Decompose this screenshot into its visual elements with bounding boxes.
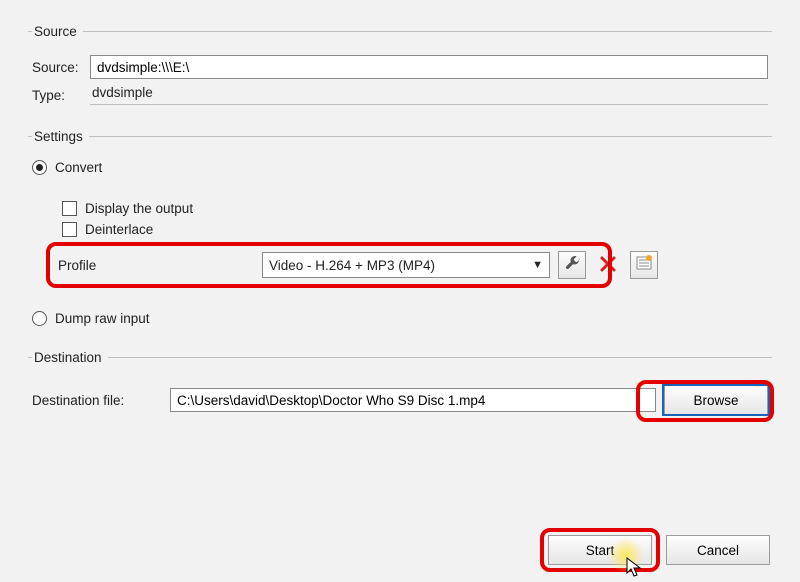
convert-dialog: Source Source: Type: dvdsimple Settings …	[0, 0, 800, 425]
destination-legend: Destination	[32, 350, 108, 365]
delete-profile-button[interactable]	[594, 251, 622, 279]
delete-x-icon	[599, 255, 617, 276]
type-row: Type: dvdsimple	[32, 85, 768, 105]
wrench-icon	[564, 255, 580, 275]
start-button[interactable]: Start	[548, 535, 652, 565]
new-profile-button[interactable]	[630, 251, 658, 279]
radio-icon	[32, 160, 47, 175]
source-group: Source Source: Type: dvdsimple	[28, 24, 772, 115]
profile-dropdown[interactable]: Video - H.264 + MP3 (MP4) ▼	[262, 252, 550, 278]
destination-file-label: Destination file:	[32, 393, 162, 408]
deinterlace-checkbox[interactable]: Deinterlace	[62, 222, 768, 237]
checkbox-icon	[62, 201, 77, 216]
destination-file-input[interactable]	[170, 388, 656, 412]
deinterlace-label: Deinterlace	[85, 222, 153, 237]
chevron-down-icon: ▼	[532, 259, 543, 271]
checkbox-icon	[62, 222, 77, 237]
edit-profile-button[interactable]	[558, 251, 586, 279]
destination-group: Destination Destination file: Browse	[28, 350, 772, 425]
type-label: Type:	[32, 88, 90, 103]
display-output-label: Display the output	[85, 201, 193, 216]
source-input[interactable]	[90, 55, 768, 79]
radio-icon	[32, 311, 47, 326]
profile-label: Profile	[54, 258, 254, 273]
source-legend: Source	[32, 24, 83, 39]
profile-selected-value: Video - H.264 + MP3 (MP4)	[269, 258, 435, 273]
settings-group: Settings Convert Display the output Dein…	[28, 129, 772, 336]
start-button-wrap: Start	[548, 535, 652, 565]
type-value: dvdsimple	[90, 85, 768, 105]
settings-legend: Settings	[32, 129, 89, 144]
cancel-button[interactable]: Cancel	[666, 535, 770, 565]
dump-raw-label: Dump raw input	[55, 311, 150, 326]
source-row: Source:	[32, 55, 768, 79]
browse-button[interactable]: Browse	[664, 385, 768, 415]
list-icon	[636, 255, 652, 275]
destination-row: Destination file: Browse	[32, 385, 768, 415]
source-label: Source:	[32, 60, 90, 75]
display-output-checkbox[interactable]: Display the output	[62, 201, 768, 216]
convert-radio-label: Convert	[55, 160, 102, 175]
convert-radio[interactable]: Convert	[32, 160, 768, 175]
profile-row: Profile Video - H.264 + MP3 (MP4) ▼	[54, 251, 768, 279]
dialog-actions: Start Cancel	[548, 535, 770, 565]
dump-raw-radio[interactable]: Dump raw input	[32, 311, 768, 326]
